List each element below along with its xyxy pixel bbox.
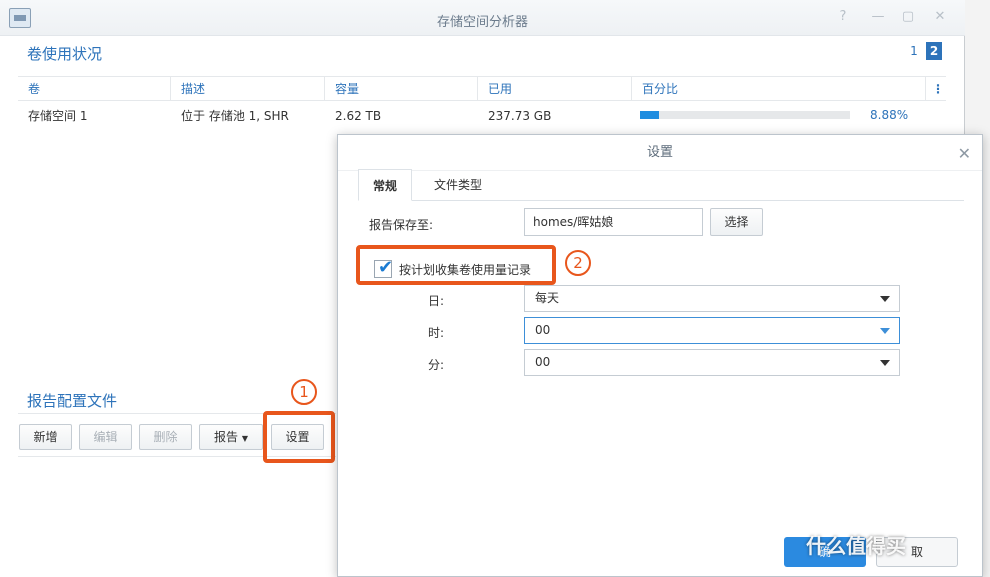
title-bar: 存储空间分析器 ? — ▢ ✕ [0,0,965,36]
column-menu-icon[interactable]: ⋮ [926,77,946,101]
annotation-box-schedule [356,245,556,285]
close-icon[interactable]: ✕ [932,9,948,25]
edit-button[interactable]: 编辑 [79,424,132,450]
cell-description: 位于 存储池 1, SHR [181,109,289,123]
minute-select-value: 00 [535,355,551,369]
minimize-icon[interactable]: — [870,9,886,25]
page-2-button[interactable]: 2 [926,42,942,60]
day-select-value: 每天 [535,291,560,305]
window-title: 存储空间分析器 [436,15,528,30]
dropdown-arrow-icon [880,360,890,366]
annotation-step-2: 2 [565,250,591,276]
save-to-label: 报告保存至: [369,218,434,232]
maximize-icon[interactable]: ▢ [900,9,916,25]
dropdown-arrow-icon [880,296,890,302]
annotation-step-1: 1 [291,379,317,405]
settings-dialog: 设置 ✕ 常规 文件类型 报告保存至: homes/晖姑娘 选择 ✔ 按计划收集… [337,134,983,577]
day-select[interactable]: 每天 [524,285,900,312]
day-label: 日: [428,294,445,308]
usage-progress-fill [640,111,659,119]
cell-capacity: 2.62 TB [335,109,382,123]
column-header-percent[interactable]: 百分比 [632,77,926,101]
column-header-used[interactable]: 已用 [478,77,632,101]
column-header-capacity[interactable]: 容量 [325,77,478,101]
page-1-button[interactable]: 1 [906,42,922,60]
save-to-input[interactable]: homes/晖姑娘 [524,208,703,236]
tab-general[interactable]: 常规 [358,169,413,201]
dialog-title: 设置 [338,135,982,171]
dropdown-arrow-icon [880,328,890,334]
cell-percent: 8.88% [870,108,909,122]
minute-label: 分: [428,358,445,372]
new-button[interactable]: 新增 [19,424,72,450]
column-header-volume[interactable]: 卷 [18,77,171,101]
help-icon[interactable]: ? [835,9,851,25]
minute-select[interactable]: 00 [524,349,900,376]
report-dropdown-button[interactable]: 报告 ▼ [199,424,263,450]
cell-volume: 存储空间 1 [28,109,88,123]
dialog-tabs: 常规 文件类型 [358,169,964,201]
usage-progress-bar [640,111,850,119]
dialog-close-icon[interactable]: ✕ [958,144,971,163]
annotation-box-settings [263,411,335,463]
choose-folder-button[interactable]: 选择 [710,208,763,236]
hour-select[interactable]: 00 [524,317,900,344]
report-button-label: 报告 [214,430,239,444]
report-profiles-title: 报告配置文件 [27,392,118,410]
watermark-text: 什么值得买 [806,534,906,558]
hour-label: 时: [428,326,445,340]
delete-button[interactable]: 删除 [139,424,192,450]
volume-usage-title: 卷使用状况 [27,45,103,63]
hour-select-value: 00 [535,323,551,337]
table-header: 卷 描述 容量 已用 百分比 ⋮ [18,76,946,101]
cell-used: 237.73 GB [488,109,552,123]
column-header-description[interactable]: 描述 [171,77,325,101]
tab-file-types[interactable]: 文件类型 [420,169,496,201]
caret-down-icon: ▼ [241,434,248,443]
